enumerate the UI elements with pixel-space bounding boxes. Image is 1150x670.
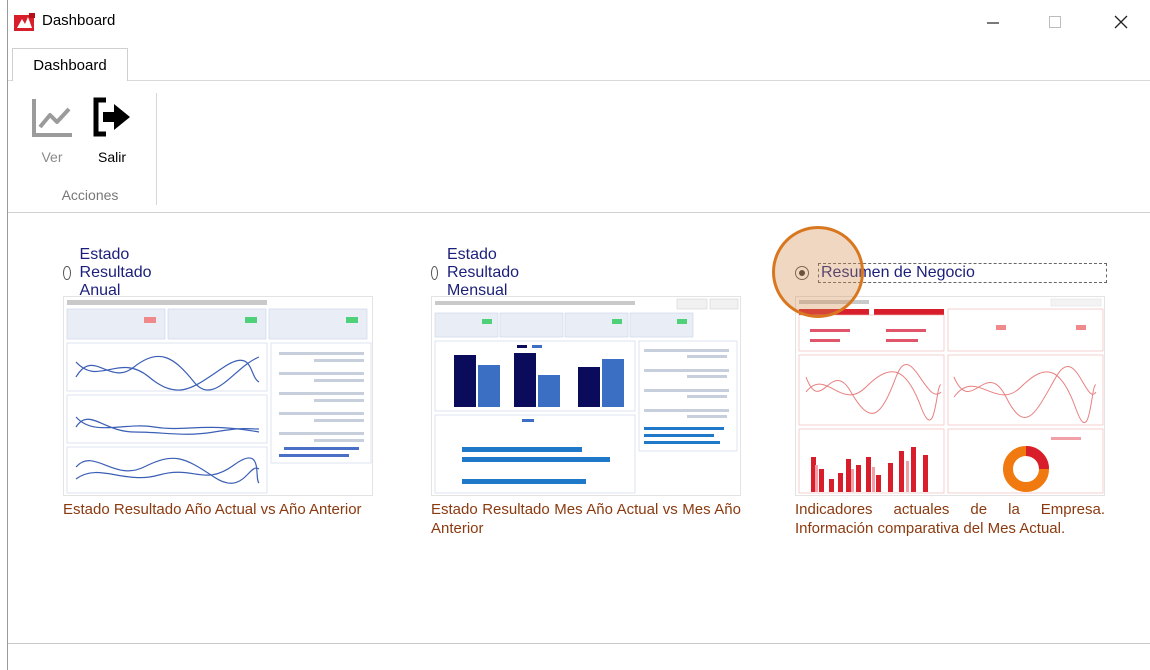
thumbnail-image [796,297,1104,495]
dashboard-options-panel: Estado Resultado Anual Estado Resultado … [8,213,1150,643]
close-button[interactable] [1098,0,1144,44]
option-description: Estado Resultado Mes Año Actual vs Mes A… [431,501,741,537]
option-label[interactable]: Estado Resultado Mensual [447,246,526,300]
option-label[interactable]: Estado Resultado Anual [80,246,159,300]
title-bar: Dashboard [8,0,1150,44]
business-summary-thumbnail[interactable] [795,296,1105,496]
maximize-button[interactable] [1032,0,1078,44]
minimize-icon [987,22,999,24]
maximize-icon [1049,16,1061,28]
thumbnail-image [64,297,372,495]
ver-button[interactable]: Ver [24,89,80,165]
exit-icon [93,97,130,137]
line-charts-thumbnail[interactable] [63,296,373,496]
radio-estado-resultado-mensual[interactable]: Estado Resultado Mensual [431,246,526,299]
ver-label: Ver [41,149,63,165]
radio-estado-resultado-anual[interactable]: Estado Resultado Anual [63,246,158,299]
ribbon-tab-row: Dashboard [8,44,1150,81]
ribbon-group-label: Acciones [61,187,119,203]
thumbnail-image [432,297,740,495]
salir-label: Salir [97,149,126,165]
option-description: Indicadores actuales de la Empresa. Info… [795,501,1105,537]
app-logo-icon [14,13,35,31]
ribbon-panel: Ver Salir Acciones [8,81,1150,213]
window-title: Dashboard [42,12,116,29]
radio-button[interactable] [431,266,438,280]
option-description: Estado Resultado Año Actual vs Año Anter… [63,501,362,518]
tab-dashboard[interactable]: Dashboard [12,48,128,81]
ribbon-group-separator [156,93,157,205]
minimize-button[interactable] [970,0,1016,44]
radio-button[interactable] [63,266,71,280]
click-indicator-ring [772,226,864,318]
salir-button[interactable]: Salir [84,89,140,165]
bar-charts-thumbnail[interactable] [431,296,741,496]
bottom-border [8,643,1150,644]
line-chart-icon [32,99,72,137]
close-icon [1114,15,1128,29]
